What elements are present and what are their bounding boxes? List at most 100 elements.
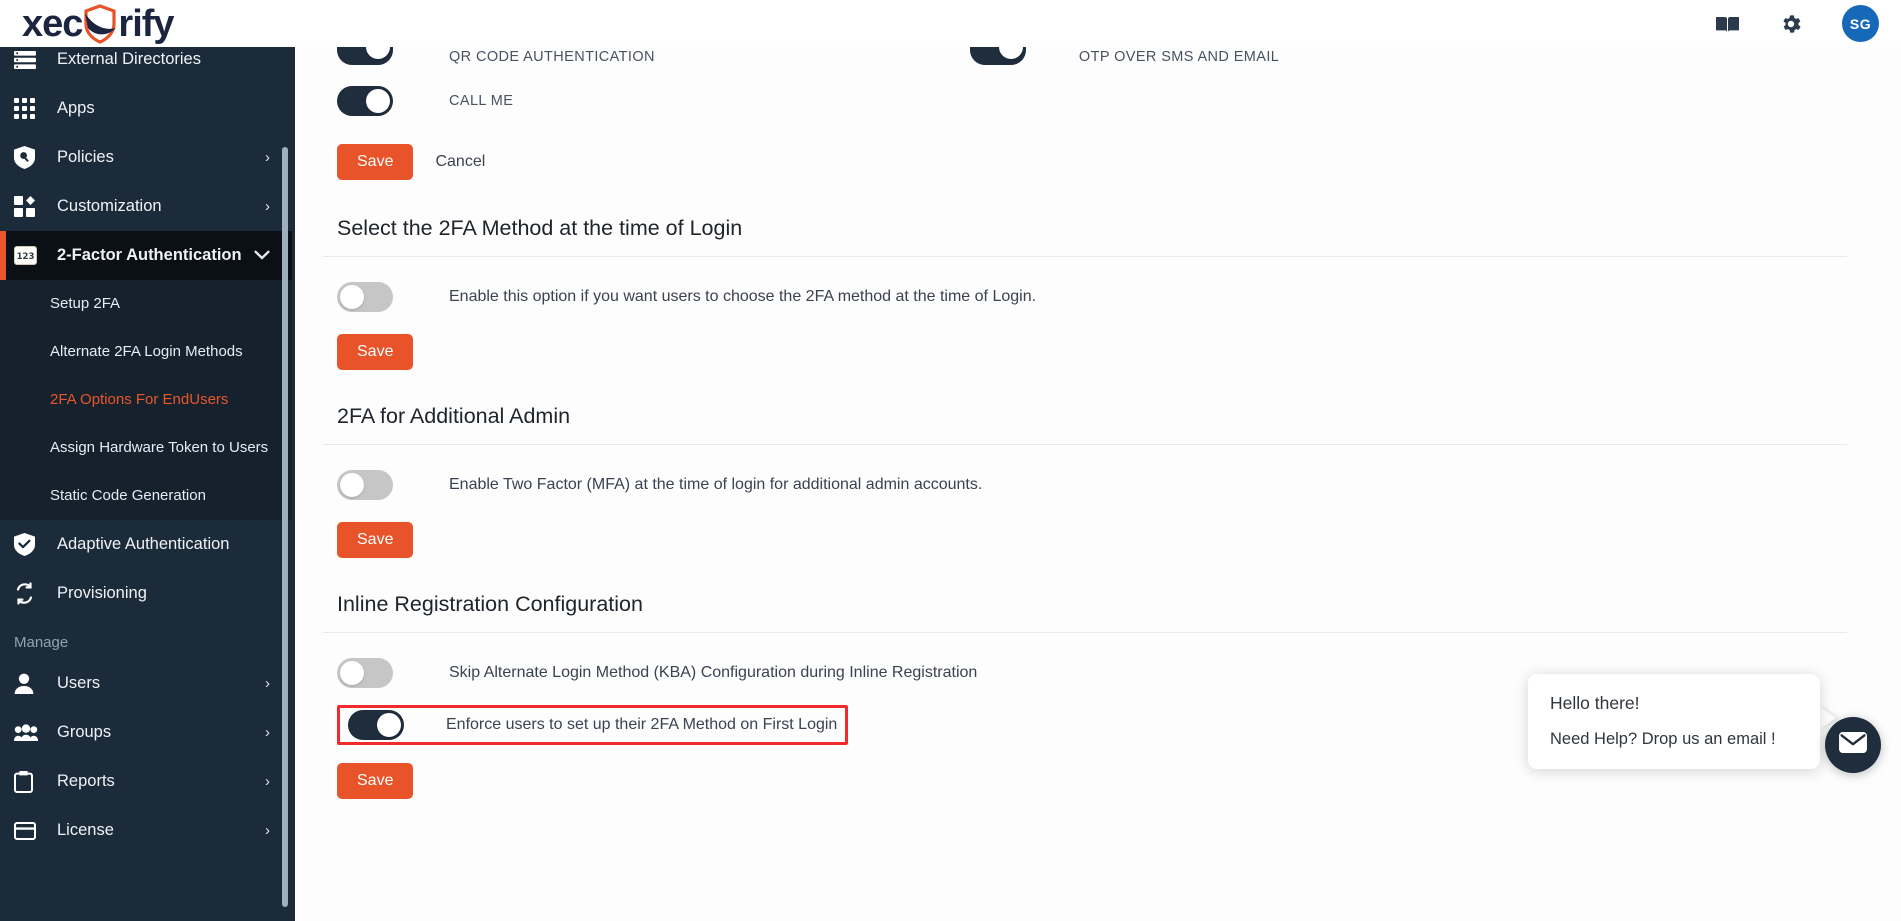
- sidebar-item-users[interactable]: Users ›: [0, 659, 292, 708]
- toggle-knob: [340, 660, 364, 685]
- section-divider: [323, 444, 1847, 445]
- sidebar-section-manage: Manage: [14, 634, 69, 651]
- section-divider: [323, 632, 1847, 633]
- chat-prompt: Need Help? Drop us an email !: [1550, 730, 1776, 748]
- gear-icon[interactable]: [1778, 11, 1804, 37]
- toggle-enable-two-factor-additional-admin[interactable]: [337, 469, 393, 500]
- additional-admin-action-row: Save: [337, 516, 1861, 563]
- 2fa-methods-group: QR CODE AUTHENTICATION OTP OVER SMS AND …: [337, 47, 1861, 185]
- app-root: xec rify SG External Directories Apps Po…: [0, 0, 1901, 921]
- sidebar-item-policies[interactable]: Policies ›: [0, 133, 292, 182]
- section-select-2fa-method: Select the 2FA Method at the time of Log…: [323, 216, 1861, 375]
- sidebar-item-setup-2fa[interactable]: Setup 2FA: [0, 280, 292, 328]
- sidebar-item-label: Adaptive Authentication: [57, 534, 230, 553]
- sidebar-subitem-label: Static Code Generation: [50, 486, 206, 504]
- chat-bubble[interactable]: Hello there! Need Help? Drop us an email…: [1528, 674, 1820, 769]
- clipboard-icon: [14, 770, 44, 794]
- logo-text-left: xec: [22, 2, 83, 45]
- sidebar-item-provisioning[interactable]: Provisioning: [0, 569, 292, 618]
- section-title: Select the 2FA Method at the time of Log…: [337, 216, 743, 240]
- method-label-otp: OTP OVER SMS AND EMAIL: [1078, 49, 1280, 65]
- sidebar-scrollbar[interactable]: [282, 147, 288, 907]
- chevron-right-icon: ›: [265, 149, 270, 166]
- user-icon: [14, 672, 44, 696]
- chevron-right-icon: ›: [265, 198, 270, 215]
- logo-text-right: rify: [118, 2, 174, 45]
- sidebar-subitem-label: Assign Hardware Token to Users: [50, 438, 269, 456]
- option-label: Enable this option if you want users to …: [449, 287, 1037, 305]
- shield-check-icon: [14, 533, 44, 557]
- section-2fa-additional-admin: 2FA for Additional Admin Enable Two Fact…: [323, 404, 1861, 563]
- sidebar-subitem-label: 2FA Options For EndUsers: [50, 390, 229, 408]
- method-row-otp: OTP OVER SMS AND EMAIL: [969, 47, 1280, 65]
- sidebar-item-license[interactable]: License ›: [0, 806, 292, 855]
- save-button-additional-admin[interactable]: Save: [337, 521, 414, 558]
- methods-action-row: Save Cancel: [337, 138, 1861, 185]
- section-divider: [323, 256, 1847, 257]
- book-icon[interactable]: [1714, 11, 1740, 37]
- highlight-box: Enforce users to set up their 2FA Method…: [337, 704, 849, 745]
- sidebar-item-assign-hardware-token[interactable]: Assign Hardware Token to Users: [0, 424, 292, 472]
- sidebar-submenu-2fa: Setup 2FA Alternate 2FA Login Methods 2F…: [0, 280, 292, 520]
- toggle-knob: [366, 47, 390, 59]
- header-actions: SG: [1714, 5, 1901, 42]
- sidebar-item-adaptive-authentication[interactable]: Adaptive Authentication: [0, 520, 292, 569]
- chat-email-button[interactable]: [1825, 717, 1881, 773]
- toggle-knob: [366, 88, 390, 113]
- sidebar-item-label: Policies: [57, 147, 114, 166]
- sidebar-item-groups[interactable]: Groups ›: [0, 708, 292, 757]
- toggle-knob: [998, 47, 1023, 59]
- sidebar-item-label: Users: [57, 673, 101, 692]
- cancel-button-methods[interactable]: Cancel: [435, 153, 485, 171]
- sidebar-item-apps[interactable]: Apps: [0, 84, 292, 133]
- top-header: xec rify SG: [0, 0, 1901, 47]
- main-content: QR CODE AUTHENTICATION OTP OVER SMS AND …: [295, 47, 1901, 921]
- method-label-call-me: CALL ME: [449, 92, 514, 109]
- option-row-additional-admin: Enable Two Factor (MFA) at the time of l…: [337, 461, 1861, 508]
- sidebar-item-static-code-generation[interactable]: Static Code Generation: [0, 472, 292, 520]
- sidebar-item-label: Customization: [57, 196, 162, 215]
- groups-icon: [14, 721, 44, 745]
- select-2fa-action-row: Save: [337, 328, 1861, 375]
- toggle-knob: [377, 712, 401, 737]
- save-button-select-2fa[interactable]: Save: [337, 333, 414, 370]
- chevron-right-icon: ›: [265, 822, 270, 839]
- chevron-right-icon: ›: [265, 773, 270, 790]
- sidebar-item-customization[interactable]: Customization ›: [0, 182, 292, 231]
- save-button-inline-registration[interactable]: Save: [337, 762, 414, 799]
- toggle-knob: [340, 284, 364, 309]
- chevron-down-icon: [254, 247, 270, 264]
- sidebar-item-reports[interactable]: Reports ›: [0, 757, 292, 806]
- sidebar-item-label: External Directories: [57, 49, 201, 68]
- sidebar-item-label: Apps: [57, 98, 95, 117]
- sidebar-item-label: 2-Factor Authentication: [57, 245, 242, 264]
- sidebar: External Directories Apps Policies › Cus…: [0, 47, 292, 921]
- section-title: 2FA for Additional Admin: [337, 404, 571, 428]
- toggle-qr-code-authentication[interactable]: [337, 47, 393, 65]
- policy-shield-icon: [14, 146, 44, 170]
- avatar[interactable]: SG: [1842, 5, 1879, 42]
- option-label: Skip Alternate Login Method (KBA) Config…: [449, 663, 978, 681]
- chevron-right-icon: ›: [265, 675, 270, 692]
- sidebar-item-2-factor-authentication[interactable]: 123 2-Factor Authentication: [0, 231, 292, 280]
- customization-icon: [14, 195, 44, 219]
- toggle-skip-alternate-login-method-kba[interactable]: [337, 657, 393, 688]
- toggle-call-me[interactable]: [337, 85, 393, 116]
- sync-icon: [14, 582, 44, 606]
- toggle-otp-over-sms-and-email[interactable]: [969, 47, 1026, 65]
- method-row-call-me: CALL ME: [337, 77, 1861, 124]
- chat-greeting: Hello there!: [1550, 693, 1640, 713]
- toggle-enforce-2fa-first-login[interactable]: [348, 709, 404, 740]
- toggle-knob: [340, 472, 364, 497]
- chevron-right-icon: ›: [265, 724, 270, 741]
- save-button-methods[interactable]: Save: [337, 143, 414, 180]
- sidebar-item-alternate-2fa-login-methods[interactable]: Alternate 2FA Login Methods: [0, 328, 292, 376]
- sidebar-subitem-label: Setup 2FA: [50, 294, 121, 312]
- sidebar-item-2fa-options-for-endusers[interactable]: 2FA Options For EndUsers: [0, 376, 292, 424]
- sidebar-item-external-directories[interactable]: External Directories: [0, 47, 292, 84]
- sidebar-edge: [292, 47, 295, 921]
- sidebar-subitem-label: Alternate 2FA Login Methods: [50, 342, 243, 360]
- brand-logo[interactable]: xec rify: [0, 0, 292, 47]
- toggle-enable-2fa-method-choice[interactable]: [337, 281, 393, 312]
- envelope-icon: [1839, 732, 1867, 758]
